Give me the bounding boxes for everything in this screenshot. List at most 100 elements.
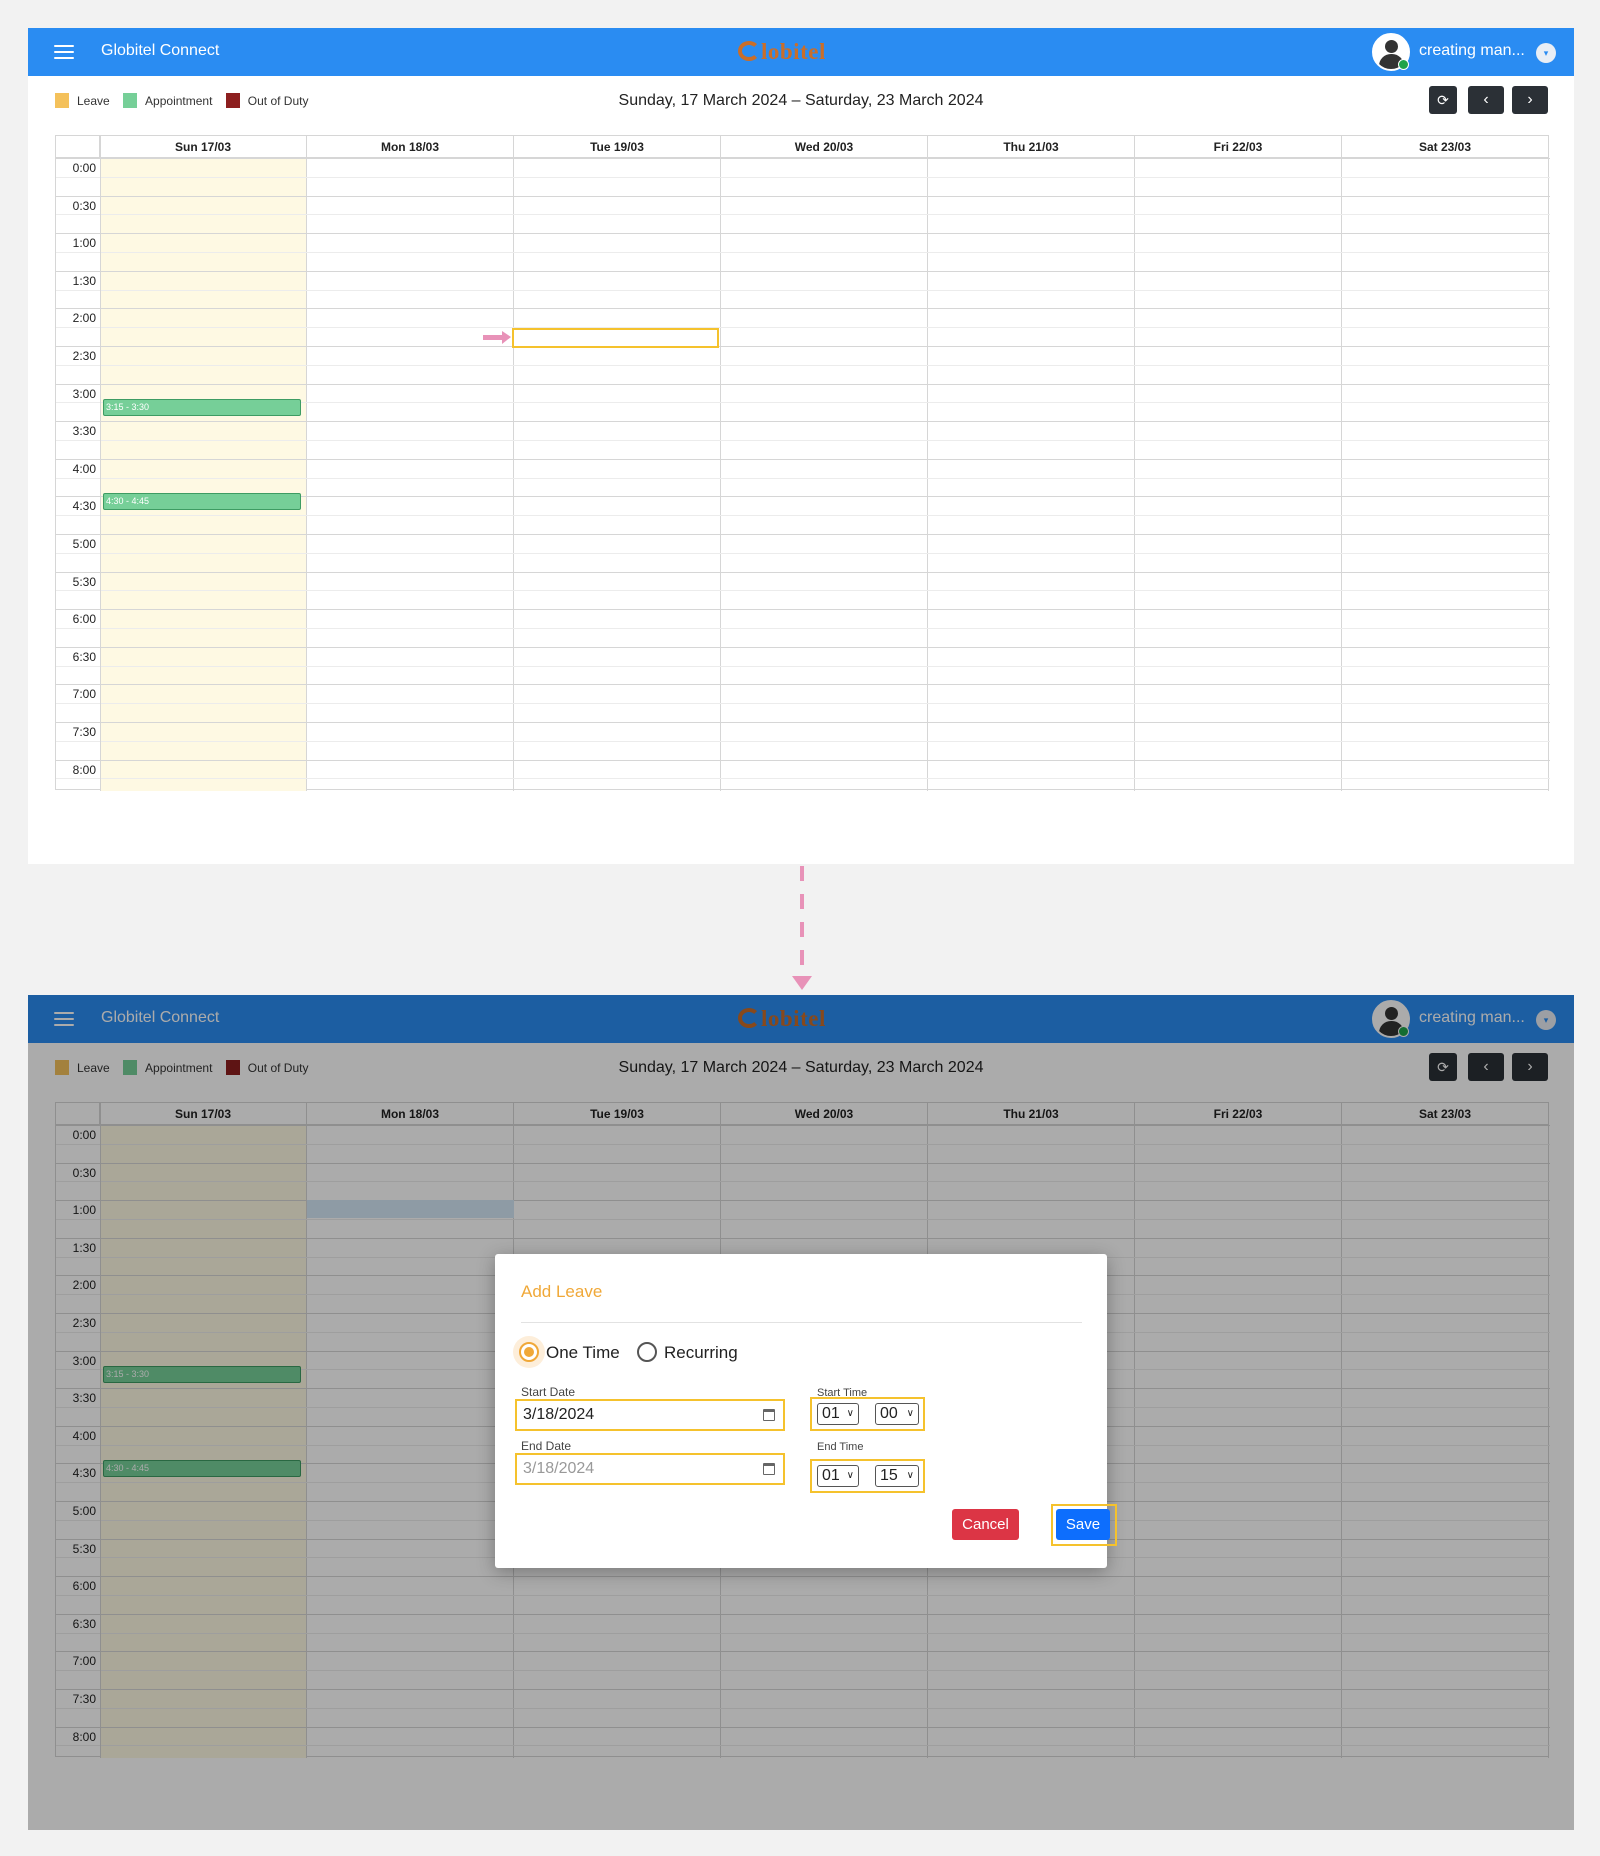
grid-line xyxy=(56,158,1550,159)
prev-week-button[interactable]: ‹ xyxy=(1468,86,1504,114)
time-label: 4:00 xyxy=(72,462,96,476)
time-label: 0:30 xyxy=(72,199,96,213)
time-label: 4:30 xyxy=(72,499,96,513)
calendar-panel-before: Globitel Connect lobitel creating man...… xyxy=(28,28,1574,864)
cancel-button[interactable]: Cancel xyxy=(952,1509,1019,1540)
grid-line xyxy=(56,741,1550,742)
time-label: 6:00 xyxy=(72,612,96,626)
end-date-value: 3/18/2024 xyxy=(523,1460,595,1477)
date-range-title: Sunday, 17 March 2024 – Saturday, 23 Mar… xyxy=(618,92,984,109)
appointment-event[interactable]: 3:15 - 3:30 xyxy=(103,399,301,416)
time-label: 5:30 xyxy=(72,575,96,589)
logo-mark-icon xyxy=(738,41,760,61)
day-header: Sun 17/03 xyxy=(100,136,307,158)
grid-line xyxy=(56,590,1550,591)
next-week-button[interactable]: › xyxy=(1512,86,1548,114)
start-time-group: 01 ∨ 00 ∨ xyxy=(810,1397,925,1431)
save-button[interactable]: Save xyxy=(1056,1509,1110,1540)
radio-selected-icon xyxy=(519,1342,539,1362)
calendar-panel-after: Globitel Connect lobitel creating man...… xyxy=(28,995,1574,1830)
time-label: 3:00 xyxy=(72,387,96,401)
grid-line xyxy=(56,421,1550,422)
day-header: Fri 22/03 xyxy=(1135,136,1342,158)
start-date-input[interactable]: 3/18/2024 xyxy=(515,1399,785,1431)
divider xyxy=(521,1322,1082,1323)
grid-line xyxy=(56,572,1550,573)
radio-recurring[interactable]: Recurring xyxy=(637,1342,738,1363)
grid-line xyxy=(56,666,1550,667)
start-date-value: 3/18/2024 xyxy=(523,1406,595,1423)
end-hour-select[interactable]: 01 ∨ xyxy=(817,1465,859,1487)
day-header: Wed 20/03 xyxy=(721,136,928,158)
time-label: 7:30 xyxy=(72,725,96,739)
add-leave-dialog: Add Leave One Time Recurring Start Date … xyxy=(495,1254,1117,1568)
chevron-down-icon: ∨ xyxy=(906,1470,914,1481)
calendar-icon[interactable] xyxy=(763,1463,775,1475)
grid-line xyxy=(56,177,1550,178)
grid-line xyxy=(56,214,1550,215)
grid-line xyxy=(56,196,1550,197)
user-name[interactable]: creating man... xyxy=(1419,42,1525,60)
time-label: 7:00 xyxy=(72,687,96,701)
appointment-event[interactable]: 4:30 - 4:45 xyxy=(103,493,301,510)
end-time-label: End Time xyxy=(817,1441,864,1453)
flow-connector xyxy=(800,866,804,980)
arrow-down-icon xyxy=(792,976,812,990)
grid-line xyxy=(56,271,1550,272)
grid-line xyxy=(56,515,1550,516)
radio-one-time[interactable]: One Time xyxy=(519,1342,620,1363)
time-label: 2:00 xyxy=(72,311,96,325)
time-label: 1:00 xyxy=(72,236,96,250)
grid-line xyxy=(56,346,1550,347)
time-label: 6:30 xyxy=(72,650,96,664)
time-label: 8:00 xyxy=(72,763,96,777)
day-header: Thu 21/03 xyxy=(928,136,1135,158)
chevron-down-icon: ∨ xyxy=(846,1470,854,1481)
day-header: Tue 19/03 xyxy=(514,136,721,158)
backdrop-appbar xyxy=(28,995,1574,1043)
grid-line xyxy=(56,252,1550,253)
dialog-title: Add Leave xyxy=(521,1282,603,1301)
chevron-down-icon: ∨ xyxy=(846,1408,854,1419)
annotation-arrow-icon xyxy=(483,331,511,344)
selected-timeslot[interactable] xyxy=(512,328,719,348)
time-label: 1:30 xyxy=(72,274,96,288)
app-title: Globitel Connect xyxy=(101,42,220,59)
grid-line xyxy=(56,628,1550,629)
grid-line xyxy=(56,290,1550,291)
grid-line xyxy=(56,459,1550,460)
time-label: 3:30 xyxy=(72,424,96,438)
chevron-down-icon[interactable]: ▾ xyxy=(1536,43,1556,63)
start-minute-select[interactable]: 00 ∨ xyxy=(875,1403,919,1425)
end-minute-select[interactable]: 15 ∨ xyxy=(875,1465,919,1487)
end-time-group: 01 ∨ 15 ∨ xyxy=(810,1459,925,1493)
start-hour-select[interactable]: 01 ∨ xyxy=(817,1403,859,1425)
time-label: 2:30 xyxy=(72,349,96,363)
end-date-label: End Date xyxy=(521,1439,572,1453)
radio-unselected-icon xyxy=(637,1342,657,1362)
refresh-button[interactable]: ⟳ xyxy=(1429,86,1457,114)
start-date-label: Start Date xyxy=(521,1385,576,1399)
week-grid: Sun 17/03 Mon 18/03 Tue 19/03 Wed 20/03 Thu … xyxy=(55,135,1550,791)
end-date-input[interactable]: 3/18/2024 xyxy=(515,1453,785,1485)
grid-line xyxy=(56,478,1550,479)
grid-line xyxy=(100,136,101,791)
day-header: Mon 18/03 xyxy=(307,136,514,158)
time-label: 5:00 xyxy=(72,537,96,551)
online-status-icon xyxy=(1398,59,1409,70)
grid-line xyxy=(56,365,1550,366)
time-label: 0:00 xyxy=(72,161,96,175)
grid-line xyxy=(56,647,1550,648)
calendar-icon[interactable] xyxy=(763,1409,775,1421)
radio-one-time-label: One Time xyxy=(546,1343,620,1362)
grid-line xyxy=(56,384,1550,385)
grid-line xyxy=(56,609,1550,610)
grid-line xyxy=(56,440,1550,441)
radio-recurring-label: Recurring xyxy=(664,1343,738,1362)
grid-line xyxy=(56,534,1550,535)
menu-icon[interactable] xyxy=(54,45,74,59)
header-corner xyxy=(56,136,100,158)
grid-line xyxy=(56,722,1550,723)
grid-line xyxy=(56,703,1550,704)
globitel-logo: lobitel xyxy=(738,39,826,65)
